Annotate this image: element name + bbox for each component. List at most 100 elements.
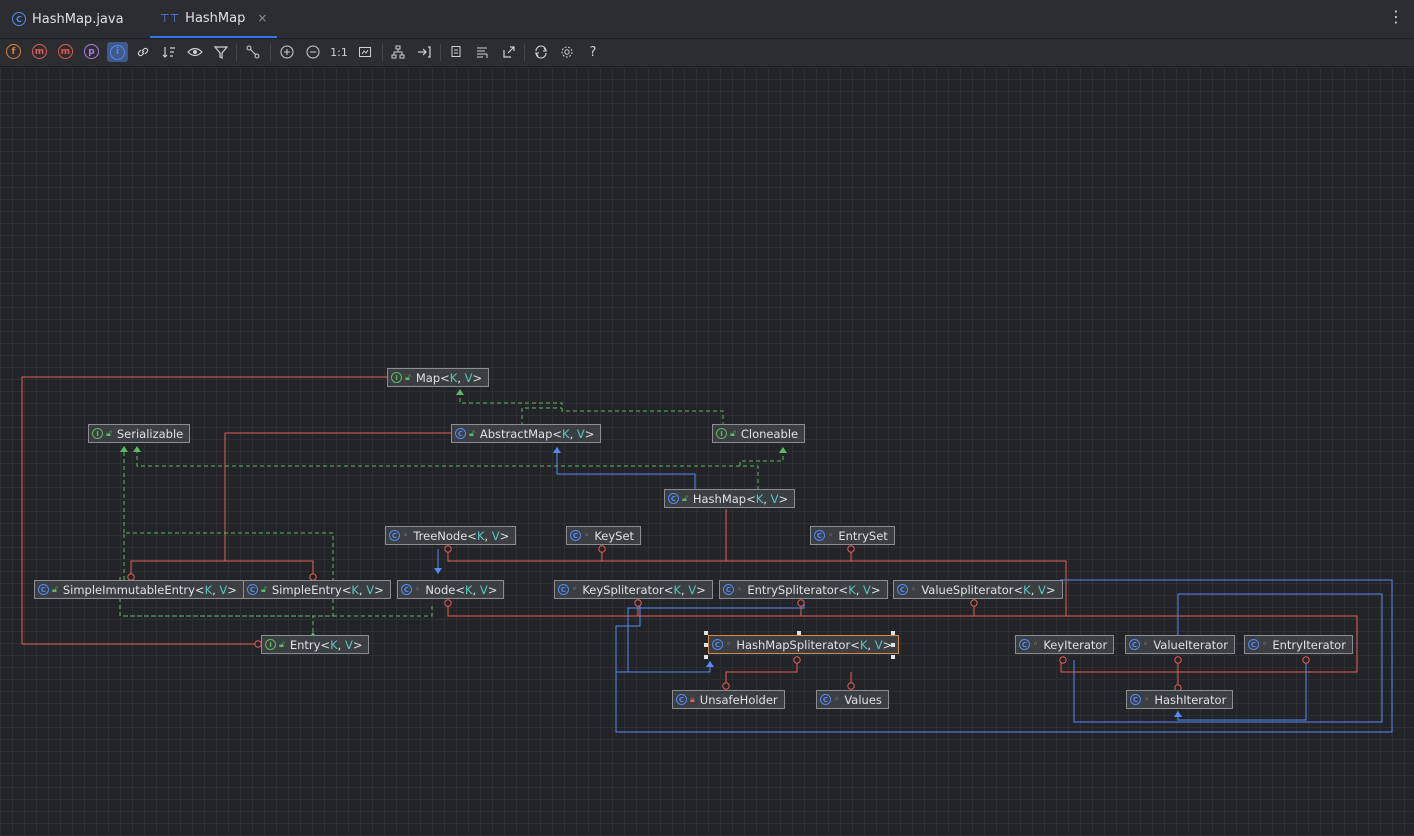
toolbar-separator: [524, 44, 525, 61]
diagram-icon: ⊤⊤: [160, 11, 180, 25]
zoom-in-icon[interactable]: [278, 43, 296, 61]
interface-icon: I: [391, 372, 402, 383]
node-hashmapspliterator[interactable]: C ◦ HashMapSpliterator <K, V>: [708, 635, 900, 654]
copy-diagram-icon[interactable]: [447, 43, 465, 61]
type-param-v: V: [464, 370, 473, 385]
node-valuespliterator[interactable]: C ◦ ValueSpliterator <K, V>: [893, 580, 1063, 599]
public-icon: 🔓︎: [405, 372, 411, 383]
selection-handle[interactable]: [704, 643, 708, 647]
type-param-v: V: [366, 582, 375, 597]
node-valueiterator[interactable]: C ◦ ValueIterator: [1125, 635, 1235, 654]
settings-gear-icon[interactable]: [558, 43, 576, 61]
node-keyiterator[interactable]: C ◦ KeyIterator: [1015, 635, 1115, 654]
node-hashmap[interactable]: C 🔓︎ HashMap <K, V>: [664, 489, 796, 508]
node-label: UnsafeHolder: [699, 692, 778, 707]
type-close: >: [352, 637, 363, 652]
class-icon: C: [1019, 639, 1030, 650]
package-private-icon: ◦: [737, 584, 743, 595]
node-label: SimpleImmutableEntry: [62, 582, 195, 597]
selection-handle[interactable]: [704, 655, 708, 659]
export-text-icon[interactable]: [474, 43, 492, 61]
class-icon: C: [558, 584, 569, 595]
type-params: <K, V>: [1014, 583, 1056, 597]
node-label: TreeNode: [413, 528, 468, 543]
type-param-k: K: [1023, 582, 1031, 597]
node-label: Node: [425, 582, 456, 597]
tab-hashmap-java[interactable]: C HashMap.java: [12, 0, 124, 38]
edge-routing-icon[interactable]: [244, 43, 262, 61]
public-icon: 🔓︎: [469, 428, 475, 439]
apply-layout-icon[interactable]: [415, 43, 433, 61]
export-image-icon[interactable]: [500, 43, 518, 61]
node-entryset[interactable]: C ◦ EntrySet: [810, 526, 895, 545]
node-keyspliterator[interactable]: C ◦ KeySpliterator <K, V>: [554, 580, 713, 599]
type-param-v: V: [576, 426, 585, 441]
node-entryiterator[interactable]: C ◦ EntryIterator: [1244, 635, 1353, 654]
public-icon: 🔓︎: [279, 639, 285, 650]
selection-handle[interactable]: [891, 655, 895, 659]
node-simpleimmutableentry[interactable]: C 🔓︎ SimpleImmutableEntry <K, V>: [34, 580, 244, 599]
class-icon: C: [1130, 694, 1141, 705]
filter-icon[interactable]: [212, 43, 230, 61]
more-options-icon[interactable]: ⋮: [1388, 9, 1404, 25]
class-icon: C: [12, 12, 26, 26]
node-cloneable[interactable]: I 🔓︎ Cloneable: [712, 424, 806, 443]
node-unsafeholder[interactable]: C 🔒︎ UnsafeHolder: [672, 690, 785, 709]
class-icon: C: [1248, 639, 1259, 650]
node-label: HashMap: [692, 491, 747, 506]
node-map[interactable]: I 🔓︎ Map <K, V>: [387, 368, 490, 387]
type-close: >: [1045, 582, 1056, 597]
node-simpleentry[interactable]: C 🔓︎ SimpleEntry <K, V>: [243, 580, 391, 599]
node-keyset[interactable]: C ◦ KeySet: [566, 526, 642, 545]
fit-content-icon[interactable]: [356, 43, 374, 61]
node-entry[interactable]: I 🔓︎ Entry <K, V>: [261, 635, 370, 654]
type-close: >: [227, 582, 237, 597]
node-values[interactable]: C ◦ Values: [816, 690, 889, 709]
selection-handle[interactable]: [891, 631, 895, 635]
link-icon[interactable]: [134, 43, 152, 61]
type-params: <K, V>: [839, 583, 881, 597]
type-param-k: K: [673, 582, 681, 597]
type-params: <K, V>: [342, 583, 384, 597]
node-label: HashMapSpliterator: [736, 637, 851, 652]
package-private-icon: ◦: [911, 584, 917, 595]
refresh-icon[interactable]: [532, 43, 550, 61]
selection-handle[interactable]: [704, 631, 708, 635]
visibility-eye-icon[interactable]: [186, 43, 204, 61]
tab-hashmap-diagram[interactable]: ⊤⊤ HashMap ×: [150, 0, 278, 38]
layout-hierarchy-icon[interactable]: [389, 43, 407, 61]
selection-handle[interactable]: [797, 631, 801, 635]
sort-icon[interactable]: [160, 43, 178, 61]
node-label: KeySet: [594, 528, 635, 543]
type-param-k: K: [464, 582, 473, 597]
node-label: EntryIterator: [1272, 637, 1346, 652]
show-inner-classes-button[interactable]: i: [107, 42, 128, 62]
actual-size-button[interactable]: 1:1: [328, 43, 350, 61]
show-methods-icon[interactable]: m: [58, 44, 73, 59]
type-open: <: [320, 637, 331, 652]
type-open: <: [440, 370, 450, 385]
help-icon[interactable]: ?: [584, 43, 602, 61]
diagram-edges: [21, 376, 1393, 733]
node-node[interactable]: C ◦ Node <K, V>: [397, 580, 505, 599]
type-param-v: V: [344, 637, 353, 652]
node-abstractmap[interactable]: C 🔓︎ AbstractMap <K, V>: [451, 424, 602, 443]
diagram-canvas[interactable]: I 🔓︎ Map <K, V> I 🔓︎ Serializable C 🔓︎ Abstr…: [0, 67, 1414, 836]
public-icon: 🔓︎: [730, 428, 736, 439]
show-constructors-icon[interactable]: m: [32, 44, 47, 59]
package-private-icon: ◦: [403, 530, 409, 541]
selection-handle[interactable]: [891, 643, 895, 647]
node-entryspliterator[interactable]: C ◦ EntrySpliterator <K, V>: [719, 580, 888, 599]
show-properties-icon[interactable]: p: [84, 44, 99, 59]
node-label: KeyIterator: [1043, 637, 1108, 652]
interface-icon: I: [92, 428, 103, 439]
node-serializable[interactable]: I 🔓︎ Serializable: [88, 424, 191, 443]
show-fields-icon[interactable]: f: [6, 44, 21, 59]
close-icon[interactable]: ×: [257, 11, 267, 25]
toolbar-separator: [382, 44, 383, 61]
zoom-out-icon[interactable]: [304, 43, 322, 61]
node-treenode[interactable]: C ◦ TreeNode <K, V>: [385, 526, 517, 545]
node-hashiterator[interactable]: C ◦ HashIterator: [1126, 690, 1234, 709]
type-params: <K, V>: [195, 583, 237, 597]
type-close: >: [870, 582, 881, 597]
